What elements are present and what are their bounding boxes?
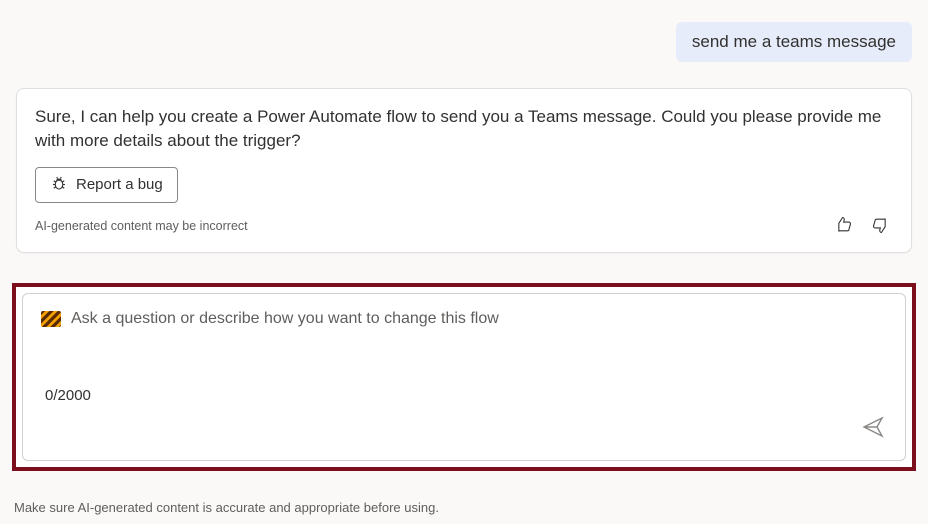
construction-icon [41,311,61,327]
highlight-frame: Ask a question or describe how you want … [12,283,916,471]
send-button[interactable] [857,411,889,446]
send-icon [861,427,885,442]
feedback-buttons [831,213,893,240]
chat-area: send me a teams message Sure, I can help… [0,0,928,253]
input-top-row: Ask a question or describe how you want … [41,310,887,328]
bug-icon [50,174,68,196]
card-disclaimer: AI-generated content may be incorrect [35,219,248,233]
prompt-input-card[interactable]: Ask a question or describe how you want … [22,293,906,461]
character-count: 0/2000 [45,387,91,404]
thumbs-up-icon [833,223,853,238]
report-bug-label: Report a bug [76,176,163,193]
assistant-card-footer: AI-generated content may be incorrect [35,213,893,240]
prompt-placeholder: Ask a question or describe how you want … [71,310,499,328]
thumbs-up-button[interactable] [831,213,855,240]
user-message-bubble: send me a teams message [676,22,912,62]
page-disclaimer: Make sure AI-generated content is accura… [14,500,439,515]
thumbs-down-icon [871,223,891,238]
assistant-message-text: Sure, I can help you create a Power Auto… [35,105,893,153]
assistant-message-card: Sure, I can help you create a Power Auto… [16,88,912,253]
thumbs-down-button[interactable] [869,213,893,240]
report-bug-button[interactable]: Report a bug [35,167,178,203]
user-message-row: send me a teams message [16,22,912,62]
user-message-text: send me a teams message [692,32,896,51]
input-section: Ask a question or describe how you want … [12,283,916,471]
